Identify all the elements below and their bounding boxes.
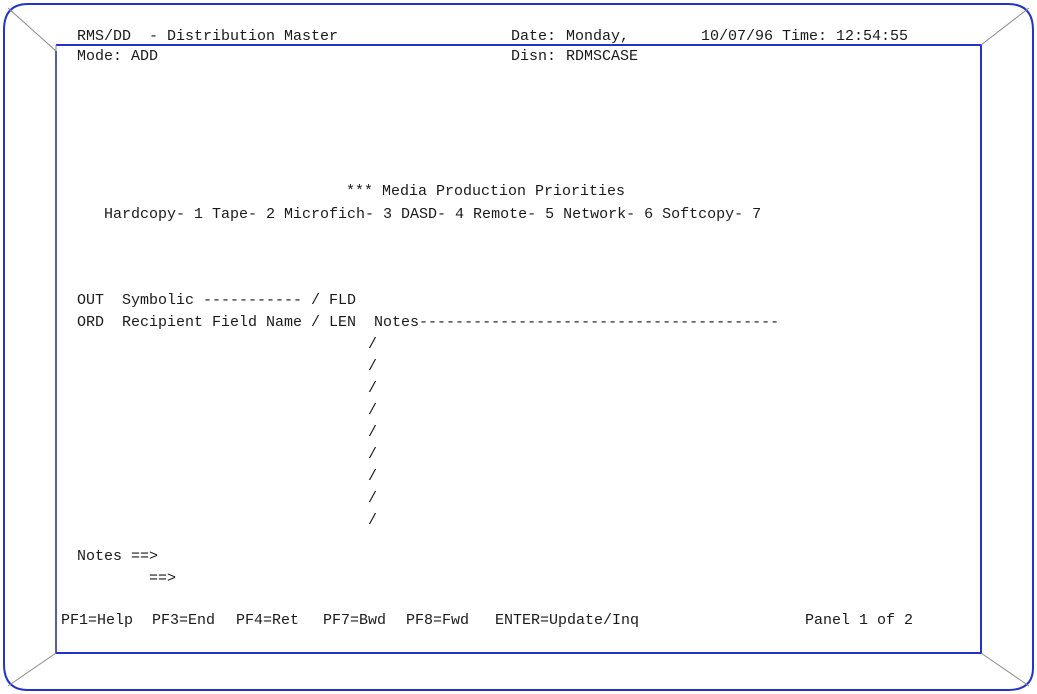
table-row-separator[interactable]: / — [368, 334, 377, 356]
screen-title: Distribution Master — [167, 28, 339, 45]
pf8-fwd-key[interactable]: PF8=Fwd — [406, 610, 469, 632]
title-separator: - — [149, 28, 159, 45]
pf1-help-key[interactable]: PF1=Help — [61, 610, 133, 632]
table-row-separator[interactable]: / — [368, 356, 377, 378]
panel-indicator: Panel 1 of 2 — [805, 612, 914, 629]
notes-label: Notes ==> — [77, 548, 159, 565]
date-value: 10/07/96 — [701, 28, 774, 45]
table-header-1: OUT Symbolic ----------- / FLD — [77, 292, 357, 309]
priorities-title: *** Media Production Priorities — [346, 183, 626, 200]
table-row-separator[interactable]: / — [368, 400, 377, 422]
mode-label: Mode: — [77, 48, 123, 65]
date-day: Monday, — [566, 28, 630, 45]
table-header-2: ORD Recipient Field Name / LEN Notes----… — [77, 314, 780, 331]
disn-label: Disn: — [511, 48, 557, 65]
table-row-separator[interactable]: / — [368, 444, 377, 466]
disn-value: RDMSCASE — [566, 48, 639, 65]
terminal-screen: RMS/DD - Distribution Master Date: Monda… — [0, 0, 1037, 694]
date-label: Date: — [511, 28, 557, 45]
table-row-separator[interactable]: / — [368, 488, 377, 510]
table-row-separator[interactable]: / — [368, 378, 377, 400]
enter-update-key[interactable]: ENTER=Update/Inq — [495, 610, 639, 632]
priorities-list: Hardcopy- 1 Tape- 2 Microfich- 3 DASD- 4… — [104, 206, 762, 223]
time-value: 12:54:55 — [836, 28, 909, 45]
system-name: RMS/DD — [77, 28, 132, 45]
table-row-separator[interactable]: / — [368, 422, 377, 444]
table-row-separator[interactable]: / — [368, 466, 377, 488]
table-row-separator[interactable]: / — [368, 510, 377, 532]
notes-continuation: ==> — [149, 570, 177, 587]
pf4-ret-key[interactable]: PF4=Ret — [236, 610, 299, 632]
mode-value: ADD — [131, 48, 159, 65]
pf7-bwd-key[interactable]: PF7=Bwd — [323, 610, 386, 632]
time-label: Time: — [782, 28, 828, 45]
pf3-end-key[interactable]: PF3=End — [152, 610, 215, 632]
